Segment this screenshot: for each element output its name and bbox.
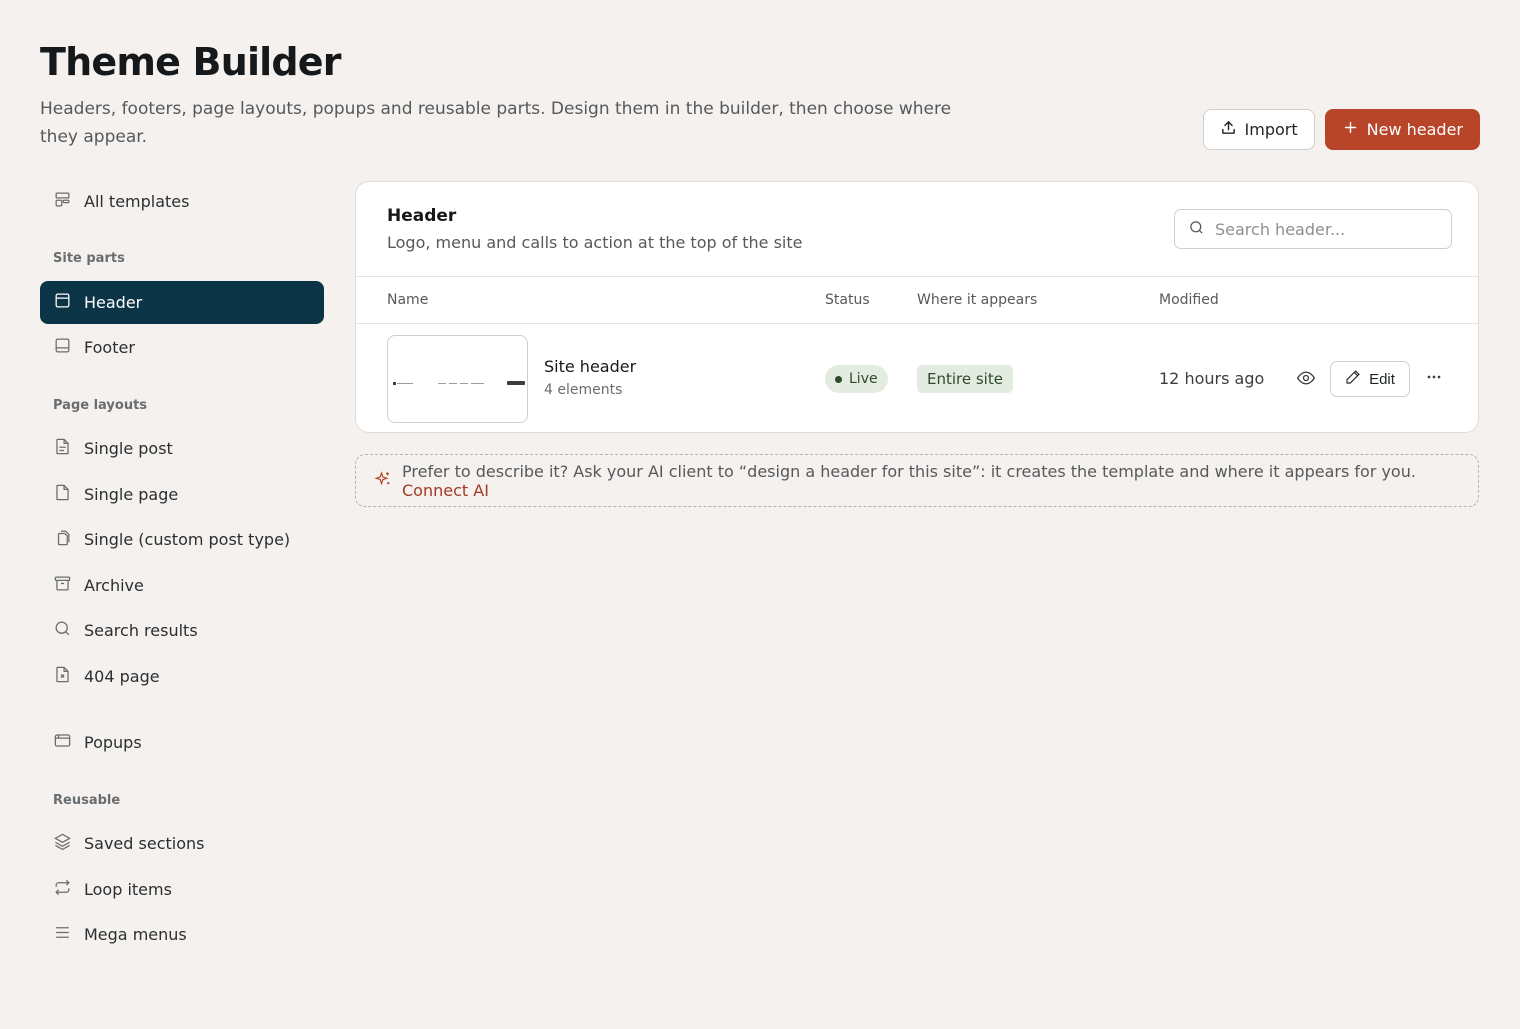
- repeat-icon: [53, 878, 72, 901]
- sidebar-item-popups[interactable]: Popups: [40, 721, 324, 764]
- archive-icon: [53, 574, 72, 597]
- sidebar-item-label: Mega menus: [84, 925, 187, 944]
- template-name[interactable]: Site header: [544, 357, 636, 376]
- preview-button[interactable]: [1296, 368, 1318, 390]
- sidebar-item-label: Single page: [84, 485, 179, 504]
- template-thumbnail[interactable]: [387, 335, 528, 423]
- import-button[interactable]: Import: [1202, 109, 1315, 150]
- edit-button[interactable]: Edit: [1330, 361, 1410, 397]
- more-horizontal-icon: [1424, 372, 1444, 391]
- sidebar-item-loop-items[interactable]: Loop items: [40, 868, 324, 911]
- sidebar-item-label: Single post: [84, 439, 173, 458]
- file-text-icon: [53, 437, 72, 460]
- plus-icon: [1342, 119, 1359, 140]
- ai-prompt-message: Prefer to describe it? Ask your AI clien…: [402, 461, 1416, 481]
- sidebar-item-label: All templates: [84, 192, 190, 211]
- table-row[interactable]: Site header 4 elements Live Entire site …: [356, 324, 1478, 432]
- header-layout-icon: [53, 291, 72, 314]
- sidebar-item-single-post[interactable]: Single post: [40, 427, 324, 470]
- import-label: Import: [1244, 120, 1298, 139]
- sidebar-item-label: Popups: [84, 733, 142, 752]
- footer-layout-icon: [53, 336, 72, 359]
- search-icon: [1188, 219, 1205, 240]
- top-actions: Import New header: [1202, 109, 1480, 150]
- connect-ai-link[interactable]: Connect AI: [402, 481, 489, 500]
- where-badge: Entire site: [917, 365, 1013, 393]
- card-title: Header: [387, 206, 457, 226]
- search-input[interactable]: [1215, 219, 1435, 239]
- sidebar-item-single-page[interactable]: Single page: [40, 473, 324, 516]
- sidebar-item-footer[interactable]: Footer: [40, 326, 324, 369]
- sidebar-item-search-results[interactable]: Search results: [40, 609, 324, 652]
- ai-prompt-text: Prefer to describe it? Ask your AI clien…: [402, 462, 1478, 500]
- modified-time: 12 hours ago: [1159, 369, 1265, 388]
- page-title: Theme Builder: [40, 40, 342, 84]
- sidebar-item-header[interactable]: Header: [40, 281, 324, 324]
- new-header-button[interactable]: New header: [1324, 109, 1480, 150]
- pencil-icon: [1345, 369, 1361, 389]
- search-icon: [53, 619, 72, 642]
- edit-label: Edit: [1369, 370, 1395, 388]
- column-modified[interactable]: Modified: [1159, 292, 1219, 308]
- sidebar-item-label: Single (custom post type): [84, 530, 291, 549]
- sidebar-item-archive[interactable]: Archive: [40, 564, 324, 607]
- sidebar-item-label: Saved sections: [84, 834, 205, 853]
- layers-icon: [53, 832, 72, 855]
- page-description: Headers, footers, page layouts, popups a…: [40, 99, 952, 147]
- section-site-parts: Site parts: [53, 251, 125, 266]
- sidebar-item-label: Loop items: [84, 880, 172, 899]
- table-header: Name Status Where it appears Modified: [356, 276, 1478, 324]
- new-header-label: New header: [1366, 120, 1463, 139]
- sidebar-item-label: Search results: [84, 621, 198, 640]
- file-x-icon: [53, 665, 72, 688]
- sidebar-item-saved-sections[interactable]: Saved sections: [40, 822, 324, 865]
- eye-icon: [1296, 371, 1316, 392]
- header-preview-graphic: [393, 381, 525, 385]
- sidebar-item-mega-menus[interactable]: Mega menus: [40, 913, 324, 956]
- more-options-button[interactable]: [1424, 367, 1446, 389]
- column-status[interactable]: Status: [825, 292, 870, 308]
- status-badge: Live: [825, 365, 888, 393]
- sidebar-item-label: Archive: [84, 576, 144, 595]
- search-field: [1174, 209, 1452, 249]
- column-name[interactable]: Name: [387, 292, 428, 308]
- status-dot: [835, 375, 842, 383]
- section-reusable: Reusable: [53, 793, 121, 808]
- files-icon: [53, 528, 72, 551]
- templates-card: Header Logo, menu and calls to action at…: [355, 181, 1479, 433]
- sparkles-icon: [374, 470, 392, 492]
- template-meta: 4 elements: [544, 382, 623, 398]
- upload-icon: [1220, 119, 1237, 140]
- sidebar-item-single-cpt[interactable]: Single (custom post type): [40, 518, 324, 561]
- sidebar-item-404-page[interactable]: 404 page: [40, 655, 324, 698]
- ai-prompt-banner: Prefer to describe it? Ask your AI clien…: [355, 454, 1479, 507]
- sidebar-item-all-templates[interactable]: All templates: [40, 180, 324, 223]
- layout-grid-icon: [53, 190, 72, 213]
- app-window-icon: [53, 731, 72, 754]
- status-label: Live: [849, 371, 878, 387]
- sidebar-item-label: 404 page: [84, 667, 160, 686]
- sidebar-item-label: Header: [84, 293, 143, 312]
- section-page-layouts: Page layouts: [53, 398, 148, 413]
- file-icon: [53, 483, 72, 506]
- menu-icon: [53, 923, 72, 946]
- column-where[interactable]: Where it appears: [917, 292, 1037, 308]
- card-subtitle: Logo, menu and calls to action at the to…: [387, 233, 803, 252]
- sidebar-item-label: Footer: [84, 338, 135, 357]
